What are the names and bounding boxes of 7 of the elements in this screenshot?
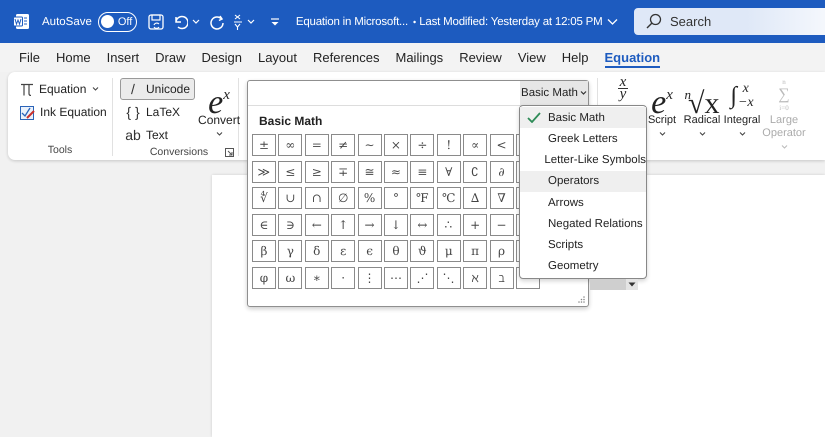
separator-dot: • bbox=[413, 16, 416, 26]
document-title: Equation in Microsoft... bbox=[296, 16, 408, 28]
gallery-heading: Basic Math bbox=[259, 114, 322, 130]
group-label: Conversions bbox=[150, 146, 208, 158]
last-modified-text: Last Modified: Yesterday at 12:05 PM bbox=[419, 16, 603, 28]
autosave-label: AutoSave bbox=[42, 16, 92, 28]
group-label: Tools bbox=[46, 144, 74, 156]
